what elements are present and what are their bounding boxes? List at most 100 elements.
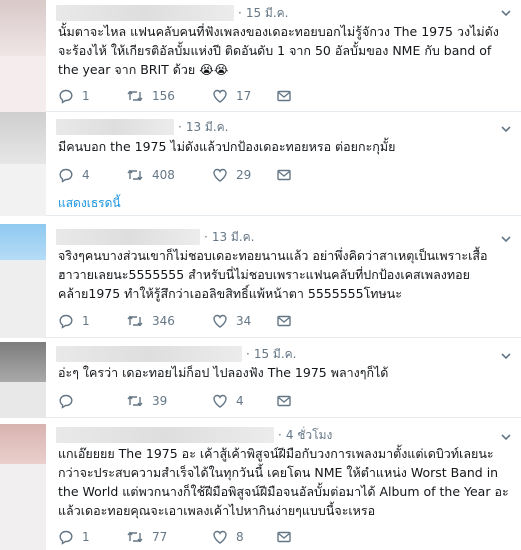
show-thread-link[interactable]: แสดงเธรดนี้	[58, 194, 121, 213]
dm-button[interactable]	[276, 167, 292, 183]
tweet-actions: 39 4	[58, 392, 292, 410]
tweet-time[interactable]: 13 มี.ค.	[212, 228, 255, 247]
reply-icon	[59, 394, 73, 409]
avatar[interactable]	[0, 424, 46, 464]
chevron-down-icon[interactable]	[499, 349, 513, 363]
like-icon	[213, 530, 227, 544]
retweet-icon	[127, 90, 143, 102]
like-button[interactable]: 29	[212, 167, 276, 183]
avatar-continuation	[0, 464, 46, 550]
like-icon	[213, 394, 227, 408]
like-icon	[213, 314, 227, 328]
reply-count: 1	[82, 89, 90, 103]
dm-button[interactable]	[276, 529, 292, 545]
dm-icon	[277, 315, 291, 327]
tweet-actions: 1 346 34	[58, 312, 292, 330]
retweet-count: 346	[152, 314, 175, 328]
reply-count: 1	[82, 314, 90, 328]
like-button[interactable]: 17	[212, 88, 276, 104]
author-name[interactable]	[56, 119, 174, 135]
tweet-time[interactable]: 13 มี.ค.	[186, 118, 229, 137]
dm-button[interactable]	[276, 313, 292, 329]
author-name[interactable]	[56, 229, 200, 245]
tweet-actions: 1 77 8	[58, 528, 292, 546]
avatar-continuation	[0, 164, 46, 216]
tweet: · 4 ชั่วโมง แกเอ๊ยยยย The 1975 อะ เค้าสู…	[0, 418, 521, 550]
tweet-actions: 1 156 17	[58, 87, 292, 105]
retweet-count: 39	[152, 394, 168, 408]
tweet: · 15 มี.ค. นั้มตาจะไหล แฟนคลับคนที่ฟังเพ…	[0, 0, 521, 112]
reply-button[interactable]: 4	[58, 167, 126, 183]
retweet-icon	[127, 315, 143, 327]
chevron-down-icon[interactable]	[499, 122, 513, 136]
dm-icon	[277, 395, 291, 407]
like-icon	[213, 168, 227, 182]
like-count: 8	[236, 530, 244, 544]
chevron-down-icon[interactable]	[499, 6, 513, 20]
retweet-button[interactable]: 77	[126, 529, 212, 545]
reply-button[interactable]	[58, 393, 126, 409]
tweet: · 13 มี.ค. จริงๆคนบางส่วนเขาก็ไม่ชอบเดอะ…	[0, 216, 521, 338]
dm-icon	[277, 90, 291, 102]
reply-icon	[59, 89, 73, 104]
like-icon	[213, 89, 227, 103]
dm-button[interactable]	[276, 88, 292, 104]
retweet-button[interactable]: 156	[126, 88, 212, 104]
retweet-button[interactable]: 408	[126, 167, 212, 183]
like-button[interactable]: 34	[212, 313, 276, 329]
reply-icon	[59, 168, 73, 183]
retweet-count: 408	[152, 168, 175, 182]
tweet-header: · 15 มี.ค.	[56, 4, 288, 22]
avatar-continuation	[0, 56, 46, 112]
reply-icon	[59, 530, 73, 545]
tweet-text: จริงๆคนบางส่วนเขาก็ไม่ชอบเดอะทอยนานแล้ว …	[58, 248, 488, 301]
like-count: 29	[236, 168, 252, 182]
tweet-time[interactable]: 15 มี.ค.	[254, 345, 297, 364]
author-name[interactable]	[56, 427, 274, 443]
retweet-icon	[127, 395, 143, 407]
tweet-text: มีคนบอก the 1975 ไม่ดังแล้วปกป้องเดอะทอย…	[58, 139, 396, 154]
dm-icon	[277, 169, 291, 181]
like-count: 34	[236, 314, 252, 328]
reply-icon	[59, 314, 73, 329]
tweet-header: · 4 ชั่วโมง	[56, 426, 332, 444]
reply-count: 4	[82, 168, 90, 182]
tweet-text: แกเอ๊ยยยย The 1975 อะ เค้าสู้เค้าพิสูจน์…	[58, 446, 513, 518]
like-count: 4	[236, 394, 244, 408]
avatar[interactable]	[0, 224, 46, 260]
tweet: · 13 มี.ค. มีคนบอก the 1975 ไม่ดังแล้วปก…	[0, 112, 521, 216]
reply-button[interactable]: 1	[58, 313, 126, 329]
retweet-count: 156	[152, 89, 175, 103]
author-name[interactable]	[56, 5, 234, 21]
retweet-button[interactable]: 39	[126, 393, 212, 409]
retweet-icon	[127, 531, 143, 543]
tweet-time[interactable]: 15 มี.ค.	[246, 4, 289, 23]
tweet-text: อ่ะๆ ใครว่า เดอะทอยไม่ก็อป ไปลองฟัง The …	[58, 365, 389, 380]
avatar-continuation	[0, 260, 46, 338]
like-count: 17	[236, 89, 252, 103]
tweet-header: · 15 มี.ค.	[56, 345, 296, 363]
like-button[interactable]: 8	[212, 529, 276, 545]
chevron-down-icon[interactable]	[499, 430, 513, 444]
retweet-count: 77	[152, 530, 168, 544]
avatar[interactable]	[0, 112, 46, 164]
retweet-icon	[127, 169, 143, 181]
tweet-text: นั้มตาจะไหล แฟนคลับคนที่ฟังเพลงของเดอะทอ…	[58, 24, 503, 77]
like-button[interactable]: 4	[212, 393, 276, 409]
reply-button[interactable]: 1	[58, 529, 126, 545]
tweet-header: · 13 มี.ค.	[56, 118, 228, 136]
tweet: · 15 มี.ค. อ่ะๆ ใครว่า เดอะทอยไม่ก็อป ไป…	[0, 338, 521, 418]
reply-count: 1	[82, 530, 90, 544]
chevron-down-icon[interactable]	[499, 232, 513, 246]
dm-icon	[277, 531, 291, 543]
reply-button[interactable]: 1	[58, 88, 126, 104]
dm-button[interactable]	[276, 393, 292, 409]
avatar-continuation	[0, 382, 46, 418]
tweet-actions: 4 408 29	[58, 166, 292, 184]
avatar[interactable]	[0, 0, 46, 56]
author-name[interactable]	[56, 346, 242, 362]
tweet-time[interactable]: 4 ชั่วโมง	[286, 426, 333, 445]
tweet-header: · 13 มี.ค.	[56, 228, 254, 246]
avatar[interactable]	[0, 342, 46, 382]
retweet-button[interactable]: 346	[126, 313, 212, 329]
